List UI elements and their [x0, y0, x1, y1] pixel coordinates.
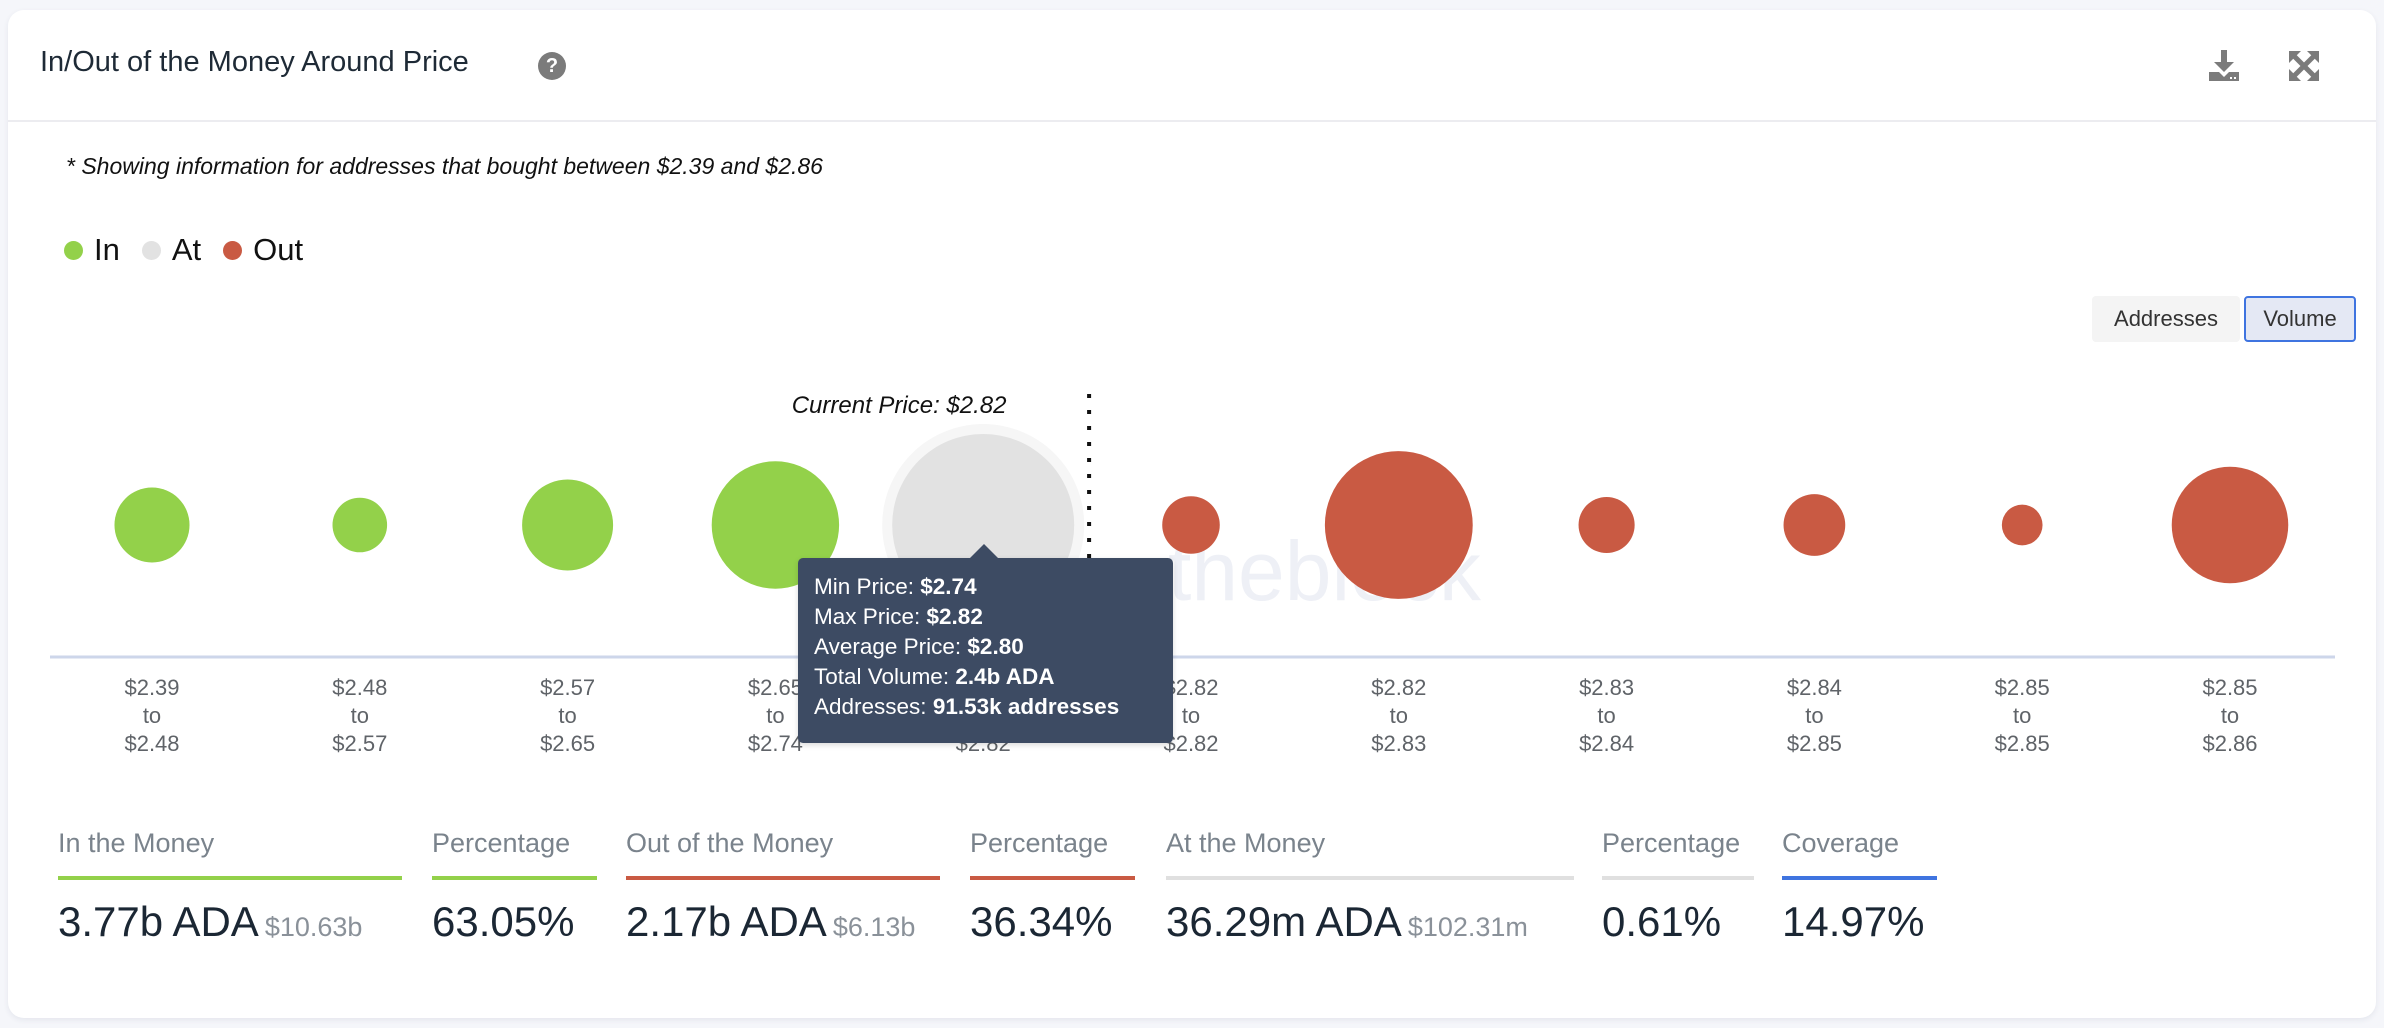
x-tick-label-to: $2.57 — [332, 731, 387, 756]
stat-value: 63.05% — [432, 898, 575, 945]
stat-label: Percentage — [432, 828, 571, 858]
x-tick-label-to-word: to — [2013, 703, 2031, 728]
stat-out-percentage: Percentage 36.34% — [970, 828, 1135, 946]
stat-at-percentage: Percentage 0.61% — [1602, 828, 1754, 946]
x-tick-label-to: $2.86 — [2202, 731, 2257, 756]
stat-at-the-money: At the Money 36.29m ADA $102.31m — [1166, 828, 1574, 946]
bubble-out[interactable] — [2001, 504, 2043, 546]
x-tick-label-from: $2.85 — [2202, 675, 2257, 700]
bubble-out[interactable] — [1783, 494, 1846, 556]
stat-label: In the Money — [58, 828, 215, 858]
stat-usd-value: $10.63b — [264, 912, 363, 942]
stat-label: Percentage — [1602, 828, 1741, 858]
x-tick-label-to: $2.48 — [124, 731, 179, 756]
stat-usd-value: $6.13b — [832, 912, 916, 942]
tooltip-total-volume: Total Volume: 2.4b ADA — [814, 664, 1055, 689]
stat-in-the-money: In the Money 3.77b ADA $10.63b — [58, 828, 402, 946]
x-tick-label-from: $2.57 — [540, 675, 595, 700]
bubble-out[interactable] — [1162, 496, 1220, 554]
bubble-chart: theblock Current Price: $2.82 $2.39to$2.… — [50, 392, 2335, 756]
x-tick-label-to: $2.65 — [540, 731, 595, 756]
stat-in-percentage: Percentage 63.05% — [432, 828, 597, 946]
stat-underline — [970, 876, 1135, 880]
x-tick-label-from: $2.65 — [748, 675, 803, 700]
x-tick-label-from: $2.82 — [1371, 675, 1426, 700]
stat-underline — [58, 876, 402, 880]
stat-label: At the Money — [1166, 828, 1326, 858]
bubble-out[interactable] — [1324, 451, 1473, 599]
stat-value: 36.29m ADA — [1166, 898, 1402, 945]
x-tick-label-to-word: to — [1182, 703, 1200, 728]
stat-label: Out of the Money — [626, 828, 834, 858]
stat-coverage: Coverage 14.97% — [1782, 828, 1937, 946]
current-price-label: Current Price: $2.82 — [792, 392, 1007, 419]
x-tick-label-to-word: to — [558, 703, 576, 728]
x-tick-label-to-word: to — [1805, 703, 1823, 728]
stat-value: 14.97% — [1782, 898, 1925, 945]
x-tick-label-from: $2.48 — [332, 675, 387, 700]
x-tick-label-to-word: to — [143, 703, 161, 728]
x-tick-label-from: $2.84 — [1787, 675, 1842, 700]
bubble-out[interactable] — [2171, 466, 2289, 584]
bubble-in[interactable] — [114, 487, 190, 563]
x-tick-label-from: $2.39 — [124, 675, 179, 700]
stat-label: Percentage — [970, 828, 1109, 858]
x-tick-label-from: $2.85 — [1995, 675, 2050, 700]
stat-label: Coverage — [1782, 828, 1900, 858]
x-tick-label-to-word: to — [1390, 703, 1408, 728]
bubble-in[interactable] — [332, 497, 388, 553]
x-tick-label-to-word: to — [2221, 703, 2239, 728]
x-tick-label-to: $2.84 — [1579, 731, 1634, 756]
x-tick-label-to: $2.74 — [748, 731, 803, 756]
bubble-in[interactable] — [522, 479, 614, 571]
tooltip-max-price: Max Price: $2.82 — [814, 604, 983, 629]
widget-card: In/Out of the Money Around Price ? * Sho… — [8, 10, 2376, 1018]
stat-underline — [1782, 876, 1937, 880]
tooltip-avg-price: Average Price: $2.80 — [814, 634, 1024, 659]
x-tick-label-to-word: to — [351, 703, 369, 728]
x-tick-label-to: $2.85 — [1995, 731, 2050, 756]
stat-underline — [432, 876, 597, 880]
stat-value: 2.17b ADA — [626, 898, 827, 945]
stat-value: 36.34% — [970, 898, 1113, 945]
stat-underline — [1602, 876, 1754, 880]
x-tick-label-to-word: to — [1597, 703, 1615, 728]
stat-value: 3.77b ADA — [58, 898, 259, 945]
x-tick-label-to: $2.85 — [1787, 731, 1842, 756]
bubble-tooltip: Min Price: $2.74 Max Price: $2.82 Averag… — [798, 544, 1173, 743]
stat-usd-value: $102.31m — [1407, 912, 1528, 942]
x-tick-label-to: $2.83 — [1371, 731, 1426, 756]
stat-underline — [626, 876, 940, 880]
stat-out-of-the-money: Out of the Money 2.17b ADA $6.13b — [626, 828, 940, 946]
bubble-out[interactable] — [1578, 496, 1635, 554]
stat-underline — [1166, 876, 1574, 880]
tooltip-arrow — [970, 544, 998, 558]
tooltip-min-price: Min Price: $2.74 — [814, 574, 977, 599]
stat-value: 0.61% — [1602, 898, 1722, 945]
tooltip-addresses: Addresses: 91.53k addresses — [814, 694, 1120, 719]
x-tick-label-from: $2.83 — [1579, 675, 1634, 700]
x-tick-label-to-word: to — [766, 703, 784, 728]
